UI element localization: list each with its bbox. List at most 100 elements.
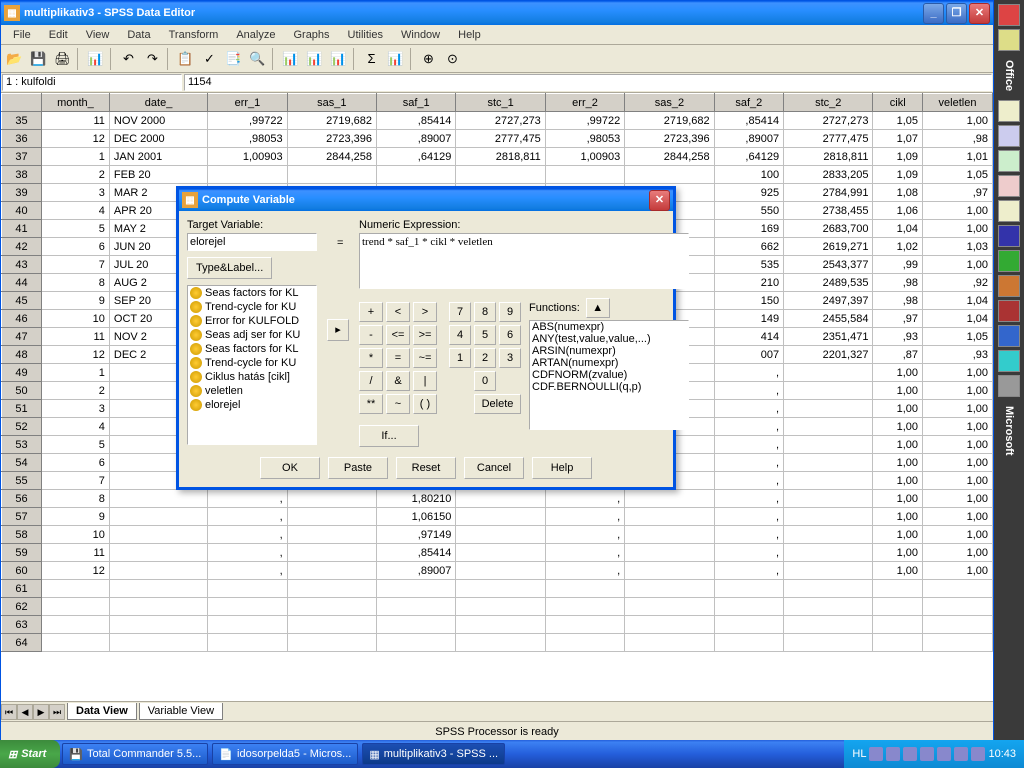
function-item[interactable]: CDFNORM(zvalue): [530, 369, 688, 381]
grid-cell[interactable]: 8: [42, 490, 110, 508]
grid-cell[interactable]: 1,00903: [545, 148, 624, 166]
grid-cell[interactable]: [42, 616, 110, 634]
grid-cell[interactable]: 4: [42, 418, 110, 436]
grid-cell[interactable]: 1,04: [923, 292, 993, 310]
grid-cell[interactable]: ,99722: [208, 112, 287, 130]
grid-cell[interactable]: ,: [208, 544, 287, 562]
grid-cell[interactable]: 1,06150: [377, 508, 456, 526]
grid-cell[interactable]: 1,00: [873, 418, 923, 436]
grid-cell[interactable]: ,64129: [714, 148, 783, 166]
grid-cell[interactable]: ,: [714, 454, 783, 472]
column-header[interactable]: sas_1: [287, 94, 376, 112]
grid-cell[interactable]: NOV 2000: [109, 112, 207, 130]
grid-cell[interactable]: 1,03: [923, 238, 993, 256]
office-access-icon[interactable]: [998, 300, 1020, 322]
grid-cell[interactable]: [923, 616, 993, 634]
keypad-7[interactable]: 7: [449, 302, 471, 322]
grid-cell[interactable]: 1,00: [923, 202, 993, 220]
maximize-button[interactable]: ❐: [946, 3, 967, 24]
grid-cell[interactable]: 100: [714, 166, 783, 184]
column-header[interactable]: date_: [109, 94, 207, 112]
grid-cell[interactable]: 1,00: [923, 562, 993, 580]
grid-cell[interactable]: 149: [714, 310, 783, 328]
grid-cell[interactable]: [784, 436, 873, 454]
grid-cell[interactable]: 11: [42, 544, 110, 562]
grid-cell[interactable]: ,92: [923, 274, 993, 292]
grid-cell[interactable]: 2: [42, 382, 110, 400]
grid-cell[interactable]: [109, 598, 207, 616]
tray-icon[interactable]: [886, 747, 900, 761]
row-header[interactable]: 56: [2, 490, 42, 508]
grid-cell[interactable]: [109, 544, 207, 562]
grid-cell[interactable]: 2351,471: [784, 328, 873, 346]
grid-cell[interactable]: 1,07: [873, 130, 923, 148]
column-header[interactable]: veletlen: [923, 94, 993, 112]
toolbar-button[interactable]: 📑: [222, 48, 245, 70]
paste-button[interactable]: Paste: [328, 457, 388, 479]
grid-cell[interactable]: ,: [545, 490, 624, 508]
grid-cell[interactable]: 2833,205: [784, 166, 873, 184]
grid-cell[interactable]: 1,00903: [208, 148, 287, 166]
grid-cell[interactable]: [923, 580, 993, 598]
variable-item[interactable]: elorejel: [188, 398, 316, 412]
grid-cell[interactable]: [714, 634, 783, 652]
grid-cell[interactable]: [784, 508, 873, 526]
column-header[interactable]: sas_2: [625, 94, 714, 112]
grid-cell[interactable]: [456, 544, 545, 562]
grid-cell[interactable]: 1,00: [923, 526, 993, 544]
grid-cell[interactable]: 2723,396: [287, 130, 376, 148]
grid-cell[interactable]: ,: [545, 544, 624, 562]
row-header[interactable]: 46: [2, 310, 42, 328]
grid-cell[interactable]: [784, 382, 873, 400]
grid-cell[interactable]: ,: [714, 544, 783, 562]
grid-cell[interactable]: ,: [714, 382, 783, 400]
grid-cell[interactable]: [625, 544, 714, 562]
keypad-6[interactable]: 6: [499, 325, 521, 345]
toolbar-button[interactable]: 📊: [84, 48, 107, 70]
column-header[interactable]: month_: [42, 94, 110, 112]
grid-cell[interactable]: 2619,271: [784, 238, 873, 256]
variable-item[interactable]: Ciklus hatás [cikl]: [188, 370, 316, 384]
grid-cell[interactable]: 7: [42, 472, 110, 490]
grid-cell[interactable]: 1,00: [923, 472, 993, 490]
grid-cell[interactable]: [784, 472, 873, 490]
grid-cell[interactable]: 10: [42, 310, 110, 328]
column-header[interactable]: err_2: [545, 94, 624, 112]
keypad-8[interactable]: 8: [474, 302, 496, 322]
grid-cell[interactable]: [377, 616, 456, 634]
toolbar-button[interactable]: 🖨: [51, 48, 74, 70]
grid-cell[interactable]: 10: [42, 526, 110, 544]
grid-cell[interactable]: [456, 616, 545, 634]
grid-cell[interactable]: [287, 598, 376, 616]
grid-cell[interactable]: 1,00: [873, 454, 923, 472]
grid-cell[interactable]: 1,05: [923, 166, 993, 184]
grid-cell[interactable]: 1,00: [923, 220, 993, 238]
minimize-button[interactable]: _: [923, 3, 944, 24]
grid-cell[interactable]: [109, 562, 207, 580]
grid-cell[interactable]: [109, 634, 207, 652]
tab-nav-last[interactable]: ⏭: [49, 704, 65, 720]
grid-cell[interactable]: ,98: [923, 130, 993, 148]
office-doc-icon[interactable]: [998, 150, 1020, 172]
grid-cell[interactable]: 1,00: [923, 400, 993, 418]
grid-cell[interactable]: [109, 580, 207, 598]
grid-cell[interactable]: 8: [42, 274, 110, 292]
row-header[interactable]: 51: [2, 400, 42, 418]
grid-cell[interactable]: 1,00: [873, 526, 923, 544]
grid-cell[interactable]: ,93: [873, 328, 923, 346]
office-excel-icon[interactable]: [998, 250, 1020, 272]
grid-cell[interactable]: 1,00: [923, 454, 993, 472]
grid-cell[interactable]: 2: [42, 166, 110, 184]
grid-cell[interactable]: [208, 616, 287, 634]
tray-icon[interactable]: [903, 747, 917, 761]
keypad-~=[interactable]: ~=: [413, 348, 437, 368]
grid-cell[interactable]: [923, 598, 993, 616]
grid-cell[interactable]: ,93: [923, 346, 993, 364]
grid-cell[interactable]: ,97: [873, 310, 923, 328]
tray-icon[interactable]: [869, 747, 883, 761]
grid-cell[interactable]: 550: [714, 202, 783, 220]
grid-cell[interactable]: [287, 580, 376, 598]
grid-cell[interactable]: 1,04: [923, 310, 993, 328]
tray-icon[interactable]: [937, 747, 951, 761]
keypad->[interactable]: >: [413, 302, 437, 322]
